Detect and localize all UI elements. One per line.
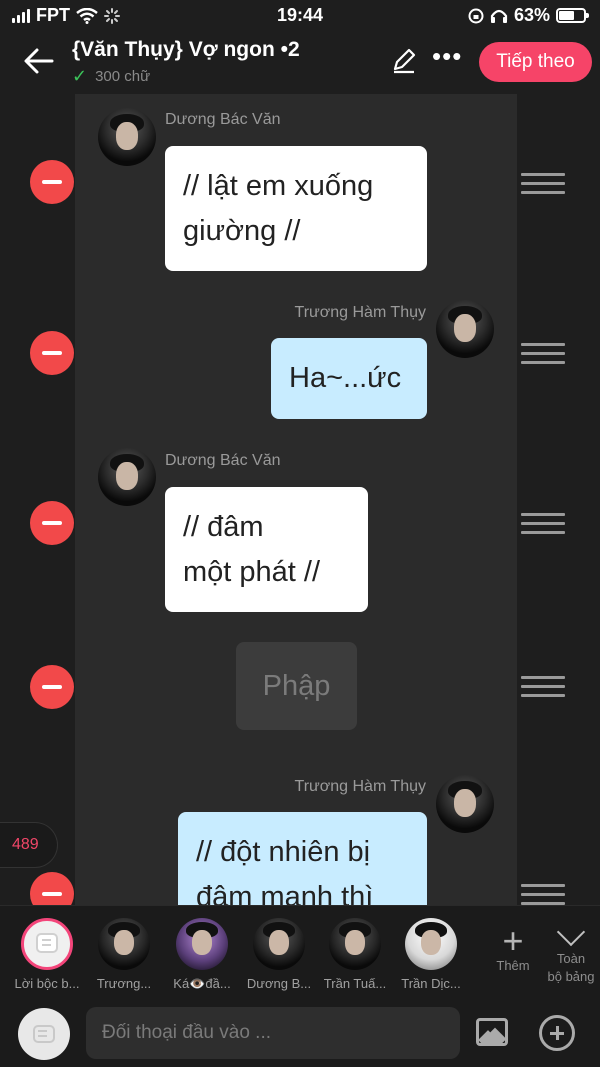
all-label-line2: bộ bảng: [547, 969, 595, 984]
avatar[interactable]: [436, 300, 494, 358]
speaker-name: Dương Bác Văn: [165, 111, 281, 128]
message-text-line: giường //: [183, 215, 301, 247]
character-item[interactable]: Dương B...: [240, 918, 318, 991]
avatar: [98, 918, 150, 970]
header: {Văn Thụy} Vợ ngon •2 ✓ 300 chữ ••• Tiếp…: [0, 32, 600, 94]
edit-pencil-icon[interactable]: [390, 46, 418, 74]
message-counter[interactable]: 489: [0, 822, 58, 868]
headphones-icon: [490, 9, 508, 23]
add-character-button[interactable]: + Thêm: [488, 920, 538, 974]
message-text-line: // đột nhiên bị: [196, 836, 371, 868]
drag-handle-icon[interactable]: [521, 173, 565, 197]
message-bubble[interactable]: // lật em xuống giường //: [165, 146, 427, 271]
message-bubble[interactable]: Ha~...ức: [271, 338, 427, 419]
narrator-avatar: [21, 918, 73, 970]
add-circle-icon[interactable]: [539, 1015, 575, 1051]
drag-handle-icon[interactable]: [521, 676, 565, 700]
avatar: [329, 918, 381, 970]
chat-bubble-icon: [36, 933, 58, 953]
status-bar: FPT 19:44 63%: [0, 0, 600, 32]
speaker-name: Dương Bác Văn: [165, 452, 281, 469]
speaker-name: Trương Hàm Thụy: [294, 304, 426, 321]
character-item[interactable]: Trần Tuấ...: [316, 918, 394, 991]
avatar[interactable]: [98, 448, 156, 506]
input-bar: [0, 1000, 600, 1067]
plus-icon: +: [502, 920, 524, 961]
chevron-down-icon: [556, 917, 586, 947]
avatar: [176, 918, 228, 970]
avatar: [405, 918, 457, 970]
status-right: 63%: [468, 5, 589, 26]
avatar[interactable]: [436, 775, 494, 833]
character-bar: Lời bộc b... Trương... Ká👁️đầ... Dương B…: [0, 905, 600, 1000]
next-button[interactable]: Tiếp theo: [479, 42, 592, 82]
remove-message-button[interactable]: [30, 331, 74, 375]
story-title: {Văn Thụy} Vợ ngon •2: [72, 38, 300, 61]
avatar: [253, 918, 305, 970]
dialogue-input[interactable]: [86, 1007, 460, 1059]
character-item[interactable]: Ká👁️đầ...: [163, 918, 241, 992]
drag-handle-icon[interactable]: [521, 343, 565, 367]
character-label: Dương B...: [246, 976, 312, 991]
character-label: Lời bộc b...: [14, 976, 80, 991]
chat-story-editor: FPT 19:44 63% {Văn Thụy} Vợ ngon •2 ✓ 30…: [0, 0, 600, 1067]
speaker-name: Trương Hàm Thụy: [294, 778, 426, 795]
battery-percent: 63%: [513, 5, 550, 25]
add-character-label: Thêm: [496, 958, 530, 973]
back-arrow-icon[interactable]: [22, 44, 56, 78]
message-text-line: Ha~...ức: [289, 362, 402, 394]
character-label: Ká👁️đầ...: [173, 976, 231, 991]
character-item[interactable]: Trần Dịc...: [392, 918, 470, 991]
message-text-line: // đâm: [183, 511, 264, 543]
remove-message-button[interactable]: [30, 501, 74, 545]
all-characters-button[interactable]: Toàn bộ bảng: [542, 917, 600, 986]
image-icon[interactable]: [476, 1018, 508, 1046]
rotation-lock-icon: [468, 8, 484, 23]
word-count-label: 300 chữ: [95, 68, 151, 85]
message-bubble[interactable]: // đâm một phát //: [165, 487, 368, 612]
word-count: ✓ 300 chữ: [72, 66, 150, 87]
remove-message-button[interactable]: [30, 665, 74, 709]
chat-bubble-icon: [33, 1025, 55, 1043]
character-label: Trần Dịc...: [401, 976, 461, 991]
character-item[interactable]: Trương...: [85, 918, 163, 991]
avatar[interactable]: [98, 108, 156, 166]
character-label: Trần Tuấ...: [323, 976, 387, 991]
narration-bubble[interactable]: Phập: [236, 642, 357, 730]
message-text-line: một phát //: [183, 556, 321, 588]
narration-text: Phập: [262, 670, 331, 702]
battery-icon: [556, 8, 589, 23]
check-icon: ✓: [72, 66, 88, 86]
more-options-icon[interactable]: •••: [432, 43, 462, 69]
drag-handle-icon[interactable]: [521, 513, 565, 537]
narrator-toggle-button[interactable]: [18, 1008, 70, 1060]
character-narrator[interactable]: Lời bộc b...: [8, 918, 86, 991]
message-text-line: // lật em xuống: [183, 170, 374, 202]
character-label: Trương...: [96, 976, 152, 991]
remove-message-button[interactable]: [30, 160, 74, 204]
all-label-line1: Toàn: [556, 951, 586, 966]
